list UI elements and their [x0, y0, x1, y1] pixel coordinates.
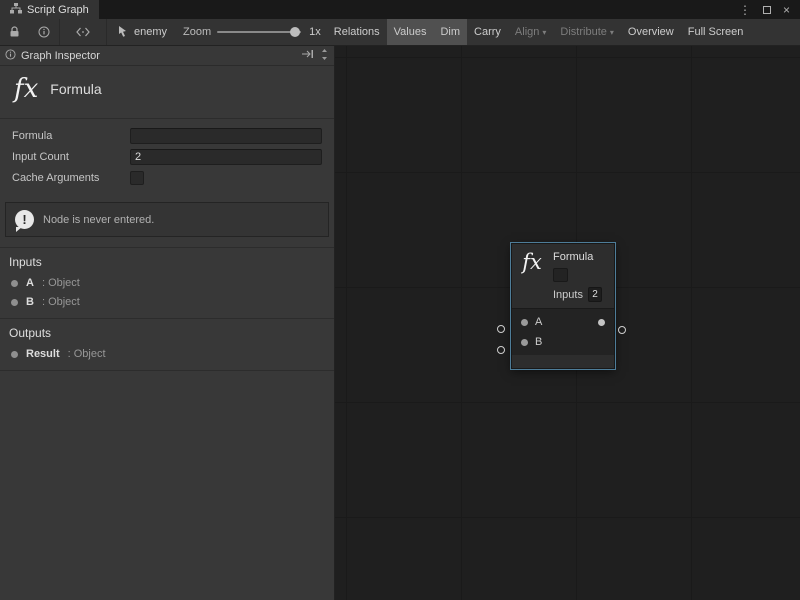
- zoom-control: Zoom 1x: [177, 26, 327, 38]
- distribute-dropdown[interactable]: Distribute ▾: [553, 19, 620, 45]
- connection-handle-input-b[interactable]: [497, 346, 505, 354]
- dim-button[interactable]: Dim: [433, 19, 467, 45]
- scroll-stepper-icon[interactable]: [320, 48, 329, 64]
- dock-panel-icon[interactable]: [301, 49, 314, 62]
- graph-inspector-panel: Graph Inspector fx Formula Formula: [0, 46, 335, 600]
- node-footer: [512, 355, 614, 368]
- formula-node[interactable]: fx Formula Inputs 2 A: [511, 243, 615, 369]
- node-warning: ! Node is never entered.: [5, 202, 329, 237]
- inspector-title: Graph Inspector: [21, 50, 100, 62]
- connection-handle-input-a[interactable]: [497, 325, 505, 333]
- main-area: Graph Inspector fx Formula Formula: [0, 46, 800, 600]
- align-dropdown[interactable]: Align ▾: [508, 19, 553, 45]
- outputs-section-header: Outputs: [0, 319, 334, 345]
- node-inputs-count-row: Inputs 2: [553, 287, 608, 302]
- output-port-row-result: Result : Object: [0, 345, 334, 364]
- maximize-icon[interactable]: [763, 6, 771, 14]
- formula-input[interactable]: [130, 128, 322, 144]
- close-icon[interactable]: ×: [783, 3, 790, 17]
- node-formula-input[interactable]: [553, 268, 568, 282]
- selected-node-title: Formula: [50, 81, 101, 97]
- input-port-dot-icon[interactable]: [521, 339, 528, 346]
- align-label: Align: [515, 26, 539, 38]
- graph-toolbar: enemy Zoom 1x Relations Values Dim Carry…: [0, 19, 800, 46]
- overview-button[interactable]: Overview: [621, 19, 681, 45]
- tab-strip: Script Graph ⋮ ×: [0, 0, 800, 19]
- warning-icon: !: [15, 210, 34, 229]
- port-name: A: [26, 277, 34, 289]
- cache-arguments-checkbox[interactable]: [130, 171, 144, 185]
- port-type: : Object: [42, 277, 80, 289]
- formula-fx-icon: fx: [14, 76, 38, 102]
- relations-button[interactable]: Relations: [327, 19, 387, 45]
- input-count-label: Input Count: [12, 151, 130, 163]
- port-name: B: [26, 296, 34, 308]
- port-label: B: [535, 336, 542, 348]
- tab-title: Script Graph: [27, 4, 89, 16]
- divider: [0, 370, 334, 371]
- chevron-down-icon: ▾: [610, 28, 614, 37]
- full-screen-button[interactable]: Full Screen: [681, 19, 751, 45]
- formula-field-label: Formula: [12, 130, 130, 142]
- input-count-input[interactable]: 2: [130, 149, 322, 165]
- graph-inspector-header: Graph Inspector: [0, 46, 334, 66]
- graph-canvas[interactable]: fx Formula Inputs 2 A: [335, 46, 800, 600]
- info-icon: [5, 49, 16, 63]
- node-input-count-field[interactable]: 2: [588, 287, 602, 302]
- cache-arguments-field-row: Cache Arguments: [12, 169, 322, 186]
- graph-reference-label: enemy: [134, 26, 167, 38]
- inputs-section-header: Inputs: [0, 248, 334, 274]
- port-dot-icon: [11, 280, 18, 287]
- zoom-slider-knob[interactable]: [290, 27, 300, 37]
- script-graph-window: Script Graph ⋮ × enemy Zoom: [0, 0, 800, 600]
- graph-reference-breadcrumb[interactable]: enemy: [107, 25, 177, 40]
- values-button[interactable]: Values: [387, 19, 434, 45]
- port-dot-icon: [11, 351, 18, 358]
- carry-button[interactable]: Carry: [467, 19, 508, 45]
- tab-script-graph[interactable]: Script Graph: [0, 0, 99, 19]
- formula-fx-icon: fx: [518, 251, 546, 302]
- formula-field-row: Formula: [12, 127, 322, 144]
- node-inputs-label: Inputs: [553, 289, 583, 301]
- port-type: : Object: [68, 348, 106, 360]
- port-name: Result: [26, 348, 60, 360]
- chevron-down-icon: ▾: [542, 28, 546, 37]
- zoom-label: Zoom: [183, 26, 211, 38]
- code-icon[interactable]: [60, 19, 106, 45]
- input-port-dot-icon[interactable]: [521, 319, 528, 326]
- warning-text: Node is never entered.: [43, 214, 154, 226]
- input-count-field-row: Input Count 2: [12, 148, 322, 165]
- port-label: A: [535, 316, 542, 328]
- formula-node-header: fx Formula Inputs 2: [512, 244, 614, 308]
- cache-arguments-label: Cache Arguments: [12, 172, 130, 184]
- node-input-port-b[interactable]: B: [512, 332, 614, 352]
- port-dot-icon: [11, 299, 18, 306]
- zoom-slider[interactable]: [217, 31, 301, 33]
- window-controls: ⋮ ×: [729, 0, 800, 19]
- distribute-label: Distribute: [560, 26, 606, 38]
- node-settings-fields: Formula Input Count 2 Cache Arguments: [0, 119, 334, 190]
- cursor-icon: [117, 25, 129, 40]
- selected-node-title-block: fx Formula: [0, 66, 334, 118]
- node-ports-section: A B: [512, 308, 614, 355]
- node-title: Formula: [553, 251, 608, 263]
- input-port-row-a: A : Object: [0, 274, 334, 293]
- port-type: : Object: [42, 296, 80, 308]
- info-icon[interactable]: [29, 19, 59, 45]
- input-port-row-b: B : Object: [0, 293, 334, 312]
- lock-icon[interactable]: [0, 19, 29, 45]
- window-menu-icon[interactable]: ⋮: [739, 3, 751, 17]
- script-graph-icon: [10, 3, 22, 17]
- output-port-dot-icon[interactable]: [598, 319, 605, 326]
- zoom-value: 1x: [309, 26, 321, 38]
- connection-handle-output[interactable]: [618, 326, 626, 334]
